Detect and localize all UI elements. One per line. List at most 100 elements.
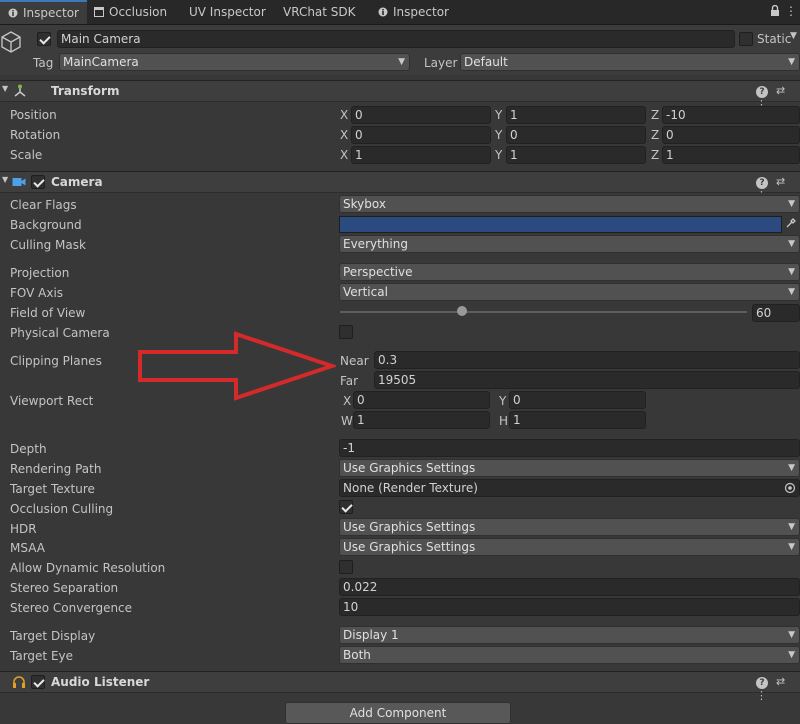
- fov-slider-thumb[interactable]: [457, 306, 468, 316]
- tag-dropdown[interactable]: MainCamera ▼: [59, 53, 410, 71]
- chevron-down-icon: ▼: [788, 522, 795, 532]
- occlusion-culling-checkbox[interactable]: [339, 500, 353, 514]
- tab-uv-inspector[interactable]: UV Inspector: [181, 0, 274, 24]
- camera-header[interactable]: ▼ Camera ?⇄⋮: [0, 171, 800, 202]
- target-texture-value: None (Render Texture): [343, 481, 478, 495]
- help-icon[interactable]: ?: [756, 177, 768, 189]
- axis-z-label: Z: [651, 128, 660, 142]
- field-of-view-label: Field of View: [10, 306, 86, 320]
- dynamic-resolution-checkbox[interactable]: [339, 560, 353, 574]
- near-field[interactable]: 0.3: [374, 351, 800, 369]
- rotation-y-field[interactable]: 0: [506, 126, 646, 144]
- chevron-down-icon: ▼: [788, 267, 795, 277]
- viewport-y-field[interactable]: 0: [509, 391, 646, 409]
- hdr-value: Use Graphics Settings: [343, 520, 476, 534]
- static-checkbox[interactable]: [739, 32, 753, 46]
- audio-listener-header[interactable]: Audio Listener ? ⇄ ⋮: [0, 671, 800, 702]
- active-checkbox[interactable]: [37, 32, 51, 46]
- tab-inspector[interactable]: Inspector: [0, 0, 87, 24]
- axis-x-label: X: [340, 128, 349, 142]
- audio-listener-enabled-checkbox[interactable]: [31, 675, 45, 689]
- chevron-down-icon: ▼: [788, 650, 795, 660]
- chevron-down-icon[interactable]: ▼: [790, 31, 797, 41]
- position-x-field[interactable]: 0: [351, 106, 491, 124]
- physical-camera-checkbox[interactable]: [339, 325, 353, 339]
- viewport-h-field[interactable]: 1: [509, 411, 646, 429]
- target-eye-value: Both: [343, 648, 371, 662]
- tab-label: Occlusion: [109, 5, 168, 19]
- camera-enabled-checkbox[interactable]: [31, 175, 45, 189]
- tab-occlusion[interactable]: Occlusion: [86, 0, 175, 24]
- add-component-button[interactable]: Add Component: [285, 702, 511, 724]
- menu-icon[interactable]: ⋮: [785, 4, 797, 18]
- eyedropper-icon[interactable]: [785, 217, 797, 232]
- fov-axis-value: Vertical: [343, 285, 388, 299]
- help-icon[interactable]: ?: [756, 677, 768, 689]
- foldout-arrow-icon[interactable]: ▼: [2, 84, 8, 93]
- fov-axis-dropdown[interactable]: Vertical ▼: [339, 283, 800, 301]
- hdr-label: HDR: [10, 522, 37, 536]
- culling-mask-value: Everything: [343, 237, 408, 251]
- target-display-value: Display 1: [343, 628, 399, 642]
- layer-label: Layer: [424, 56, 458, 70]
- msaa-dropdown[interactable]: Use Graphics Settings ▼: [339, 538, 800, 556]
- tab-label: VRChat SDK: [283, 5, 356, 19]
- stereo-convergence-label: Stereo Convergence: [10, 601, 133, 615]
- position-y-field[interactable]: 1: [506, 106, 646, 124]
- preset-icon[interactable]: ⇄: [776, 175, 785, 188]
- transform-title: Transform: [51, 84, 120, 98]
- info-icon: [378, 1, 388, 17]
- tab-inspector-2[interactable]: Inspector: [370, 0, 457, 24]
- viewport-x-field[interactable]: 0: [353, 391, 490, 409]
- axis-x-label: X: [340, 148, 349, 162]
- rotation-x-field[interactable]: 0: [351, 126, 491, 144]
- rendering-path-dropdown[interactable]: Use Graphics Settings ▼: [339, 459, 800, 477]
- object-name-field[interactable]: Main Camera: [57, 30, 735, 48]
- background-color-swatch[interactable]: [339, 216, 782, 233]
- chevron-down-icon: ▼: [788, 463, 795, 473]
- target-display-dropdown[interactable]: Display 1 ▼: [339, 626, 800, 644]
- hdr-dropdown[interactable]: Use Graphics Settings ▼: [339, 518, 800, 536]
- rotation-z-field[interactable]: 0: [662, 126, 800, 144]
- camera-title: Camera: [51, 175, 103, 189]
- physical-camera-label: Physical Camera: [10, 326, 110, 340]
- fov-axis-label: FOV Axis: [10, 286, 64, 300]
- scale-x-field[interactable]: 1: [351, 146, 491, 164]
- scale-y-field[interactable]: 1: [506, 146, 646, 164]
- culling-mask-dropdown[interactable]: Everything ▼: [339, 235, 800, 253]
- preset-icon[interactable]: ⇄: [776, 84, 785, 97]
- tab-vrchat-sdk[interactable]: VRChat SDK: [275, 0, 364, 24]
- object-picker-icon[interactable]: [784, 482, 796, 496]
- stereo-separation-field[interactable]: 0.022: [339, 578, 800, 596]
- fov-value-field[interactable]: 60: [752, 304, 800, 322]
- help-icon[interactable]: ?: [756, 86, 768, 98]
- target-eye-dropdown[interactable]: Both ▼: [339, 646, 800, 664]
- target-texture-field[interactable]: None (Render Texture): [339, 479, 800, 497]
- more-icon[interactable]: ⋮: [756, 689, 767, 702]
- clear-flags-dropdown[interactable]: Skybox ▼: [339, 195, 800, 213]
- lock-icon[interactable]: [770, 4, 780, 20]
- target-texture-label: Target Texture: [10, 482, 95, 496]
- axis-x-label: X: [340, 108, 349, 122]
- far-field[interactable]: 19505: [374, 371, 800, 389]
- scale-z-field[interactable]: 1: [662, 146, 800, 164]
- projection-dropdown[interactable]: Perspective ▼: [339, 263, 800, 281]
- chevron-down-icon: ▼: [788, 542, 795, 552]
- headphones-icon: [12, 675, 26, 692]
- transform-header[interactable]: ▼ Transform ? ⇄⋮: [0, 80, 800, 111]
- background-label: Background: [10, 218, 82, 232]
- viewport-rect-label: Viewport Rect: [10, 394, 94, 408]
- foldout-arrow-icon[interactable]: ▼: [2, 175, 8, 184]
- tab-label: UV Inspector: [189, 5, 266, 19]
- viewport-w-field[interactable]: 1: [353, 411, 490, 429]
- depth-field[interactable]: -1: [339, 439, 800, 457]
- rendering-path-value: Use Graphics Settings: [343, 461, 476, 475]
- fov-slider-track[interactable]: [340, 311, 747, 313]
- culling-mask-label: Culling Mask: [10, 238, 86, 252]
- preset-icon[interactable]: ⇄: [776, 675, 785, 688]
- position-z-field[interactable]: -10: [662, 106, 800, 124]
- chevron-down-icon: ▼: [788, 287, 795, 297]
- stereo-convergence-field[interactable]: 10: [339, 598, 800, 616]
- static-label: Static: [757, 32, 792, 46]
- layer-dropdown[interactable]: Default ▼: [460, 53, 800, 71]
